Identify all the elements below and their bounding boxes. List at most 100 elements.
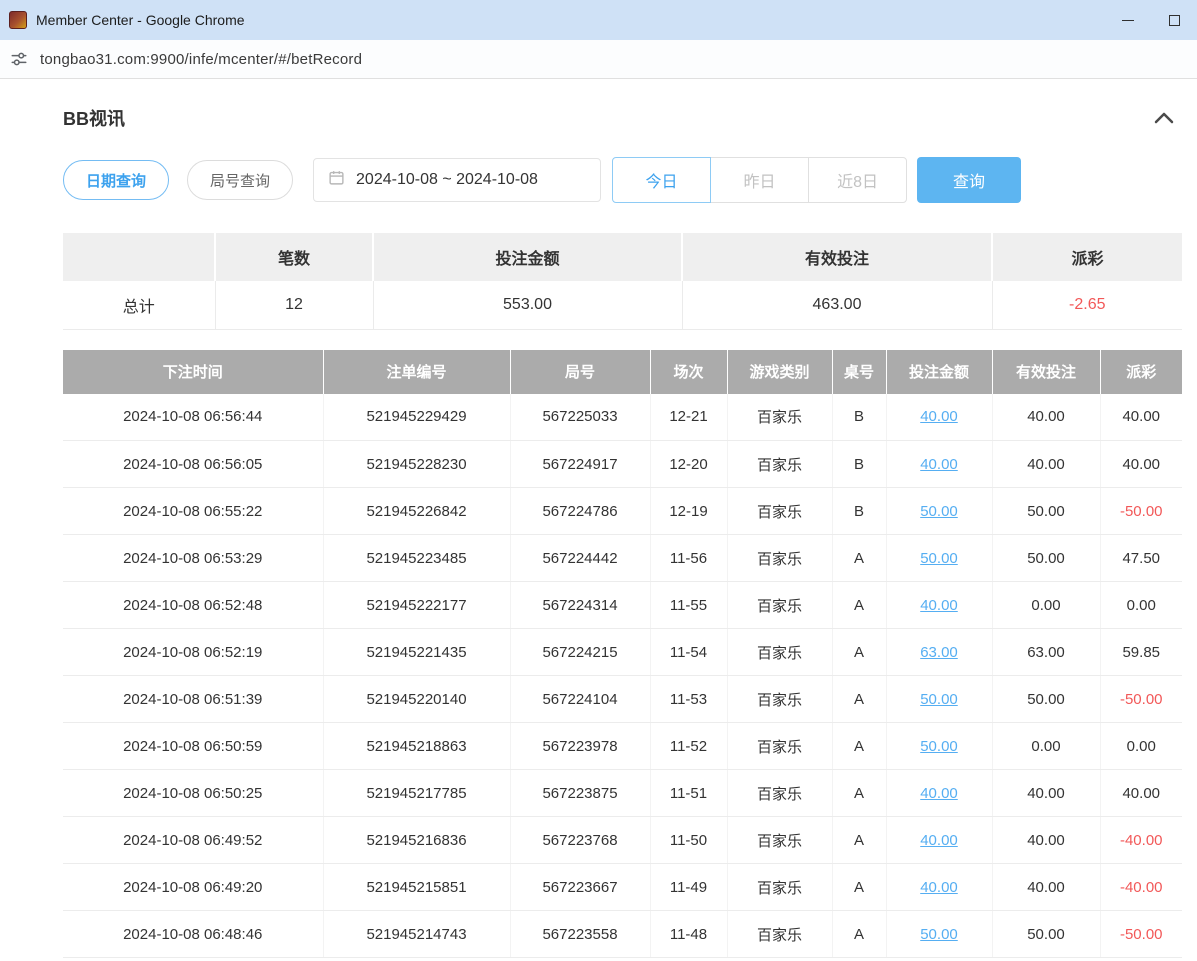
maximize-button[interactable] [1151,0,1197,40]
session-cell: 11-49 [650,864,727,911]
bet-amount-link[interactable]: 50.00 [920,550,958,567]
table-number-cell: A [832,582,886,629]
bet-amount-link[interactable]: 40.00 [920,408,958,425]
date-range-value: 2024-10-08 ~ 2024-10-08 [356,171,538,189]
summary-count-value: 12 [215,281,373,329]
table-number-cell: A [832,723,886,770]
bet-id-cell: 521945214743 [323,911,510,958]
valid-bet-cell: 40.00 [992,770,1100,817]
site-settings-icon[interactable] [10,50,28,68]
payout-cell: 40.00 [1100,441,1182,488]
round-number-cell: 567223875 [510,770,650,817]
bet-id-cell: 521945218863 [323,723,510,770]
bet-id-cell: 521945215851 [323,864,510,911]
bet-amount-link[interactable]: 40.00 [920,832,958,849]
bet-amount-link[interactable]: 50.00 [920,691,958,708]
bet-amount-cell: 40.00 [886,864,992,911]
bet-id-cell: 521945222177 [323,582,510,629]
titlebar-left: Member Center - Google Chrome [0,11,245,29]
header-session: 场次 [650,350,727,394]
window-controls [1105,0,1197,40]
table-row: 2024-10-08 06:49:20 521945215851 5672236… [63,864,1182,911]
table-row: 2024-10-08 06:55:22 521945226842 5672247… [63,488,1182,535]
search-button[interactable]: 查询 [917,157,1021,203]
bet-amount-link[interactable]: 40.00 [920,597,958,614]
valid-bet-cell: 63.00 [992,629,1100,676]
last-8-days-button[interactable]: 近8日 [808,157,907,203]
bet-id-cell: 521945226842 [323,488,510,535]
date-query-tab[interactable]: 日期查询 [63,160,169,200]
bet-time-cell: 2024-10-08 06:52:48 [63,582,323,629]
calendar-icon [328,169,345,191]
summary-header-empty [63,233,215,281]
bet-amount-cell: 50.00 [886,488,992,535]
table-row: 2024-10-08 06:48:46 521945214743 5672235… [63,911,1182,958]
table-number-cell: A [832,911,886,958]
browser-window: Member Center - Google Chrome tongbao31.… [0,0,1197,958]
round-number-cell: 567224314 [510,582,650,629]
page-content: BB视讯 日期查询 局号查询 2024-10-08 ~ [0,79,1197,958]
bet-time-cell: 2024-10-08 06:49:20 [63,864,323,911]
header-bet-time: 下注时间 [63,350,323,394]
summary-valid-bet-value: 463.00 [682,281,992,329]
bet-time-cell: 2024-10-08 06:49:52 [63,817,323,864]
header-table-number: 桌号 [832,350,886,394]
bet-time-cell: 2024-10-08 06:50:25 [63,770,323,817]
bet-record-table: 下注时间 注单编号 局号 场次 游戏类别 桌号 投注金额 有效投注 派彩 202… [63,350,1182,959]
round-number-cell: 567224442 [510,535,650,582]
table-number-cell: B [832,488,886,535]
bet-time-cell: 2024-10-08 06:50:59 [63,723,323,770]
round-number-cell: 567224104 [510,676,650,723]
yesterday-button[interactable]: 昨日 [710,157,809,203]
valid-bet-cell: 0.00 [992,582,1100,629]
session-cell: 11-54 [650,629,727,676]
bet-amount-link[interactable]: 40.00 [920,879,958,896]
round-query-tab[interactable]: 局号查询 [187,160,293,200]
bet-amount-link[interactable]: 40.00 [920,785,958,802]
bet-amount-link[interactable]: 50.00 [920,738,958,755]
table-row: 2024-10-08 06:52:48 521945222177 5672243… [63,582,1182,629]
bet-time-cell: 2024-10-08 06:52:19 [63,629,323,676]
session-cell: 12-19 [650,488,727,535]
payout-cell: -40.00 [1100,864,1182,911]
bet-time-cell: 2024-10-08 06:56:44 [63,394,323,441]
bet-time-cell: 2024-10-08 06:53:29 [63,535,323,582]
round-number-cell: 567225033 [510,394,650,441]
game-type-cell: 百家乐 [727,723,832,770]
maximize-icon [1169,15,1180,26]
bet-amount-link[interactable]: 40.00 [920,456,958,473]
game-type-cell: 百家乐 [727,582,832,629]
session-cell: 11-55 [650,582,727,629]
bet-table-header-row: 下注时间 注单编号 局号 场次 游戏类别 桌号 投注金额 有效投注 派彩 [63,350,1182,394]
header-valid-bet: 有效投注 [992,350,1100,394]
valid-bet-cell: 50.00 [992,676,1100,723]
date-range-picker[interactable]: 2024-10-08 ~ 2024-10-08 [313,158,601,202]
table-row: 2024-10-08 06:51:39 521945220140 5672241… [63,676,1182,723]
table-number-cell: A [832,864,886,911]
table-number-cell: A [832,629,886,676]
payout-cell: -40.00 [1100,817,1182,864]
minimize-button[interactable] [1105,0,1151,40]
round-number-cell: 567223978 [510,723,650,770]
bet-amount-link[interactable]: 63.00 [920,644,958,661]
summary-bet-amount-value: 553.00 [373,281,682,329]
bet-amount-link[interactable]: 50.00 [920,503,958,520]
bet-amount-link[interactable]: 50.00 [920,926,958,943]
url-text[interactable]: tongbao31.com:9900/infe/mcenter/#/betRec… [40,51,362,68]
table-row: 2024-10-08 06:53:29 521945223485 5672244… [63,535,1182,582]
valid-bet-cell: 50.00 [992,911,1100,958]
table-number-cell: A [832,817,886,864]
summary-header-bet-amount: 投注金额 [373,233,682,281]
chevron-up-icon[interactable] [1154,112,1182,124]
bet-time-cell: 2024-10-08 06:51:39 [63,676,323,723]
game-type-cell: 百家乐 [727,441,832,488]
bet-amount-cell: 40.00 [886,394,992,441]
game-type-cell: 百家乐 [727,911,832,958]
browser-url-bar[interactable]: tongbao31.com:9900/infe/mcenter/#/betRec… [0,40,1197,79]
session-cell: 11-51 [650,770,727,817]
page-title: BB视讯 [63,105,125,131]
summary-header-count: 笔数 [215,233,373,281]
today-button[interactable]: 今日 [612,157,711,203]
valid-bet-cell: 50.00 [992,535,1100,582]
table-row: 2024-10-08 06:52:19 521945221435 5672242… [63,629,1182,676]
